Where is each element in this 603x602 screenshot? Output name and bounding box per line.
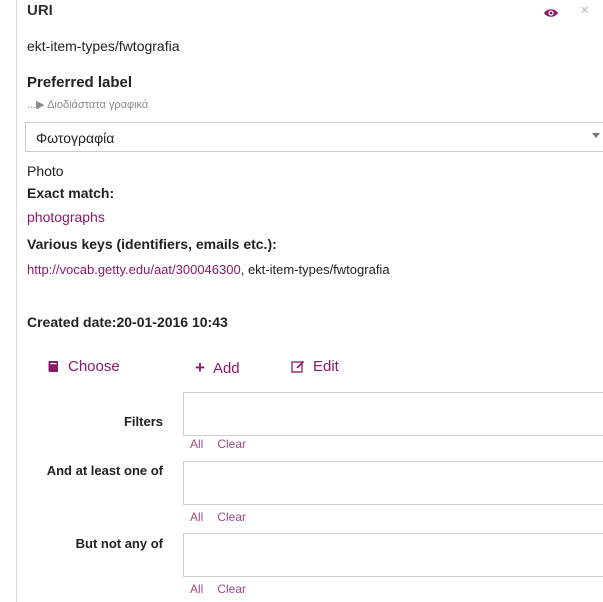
edit-icon (291, 360, 305, 373)
breadcrumb[interactable]: ...▶ Διοδιάστατα γραφικά (27, 98, 148, 111)
various-keys-heading: Various keys (identifiers, emails etc.): (27, 236, 277, 252)
plus-icon: + (195, 358, 205, 377)
close-icon[interactable]: × (580, 2, 589, 20)
english-label: Photo (27, 163, 64, 179)
chevron-down-icon (592, 133, 600, 138)
not-any-label: But not any of (75, 536, 163, 551)
at-least-one-clear-link[interactable]: Clear (217, 510, 246, 524)
detail-panel: URI × ekt-item-types/fwtografia Preferre… (16, 0, 603, 602)
book-icon (47, 360, 60, 373)
not-any-links: All Clear (190, 582, 260, 596)
action-bar: Choose + Add Edit (47, 358, 447, 378)
edit-label: Edit (313, 358, 339, 375)
getty-link[interactable]: http://vocab.getty.edu/aat/300046300 (27, 262, 241, 277)
at-least-one-label: And at least one of (46, 463, 163, 478)
created-date: Created date:20-01-2016 10:43 (27, 314, 228, 330)
at-least-one-input[interactable] (183, 461, 603, 505)
preferred-label-heading: Preferred label (27, 74, 133, 91)
filters-label: Filters (123, 414, 163, 429)
add-button[interactable]: + Add (195, 358, 240, 378)
not-any-all-link[interactable]: All (190, 582, 203, 596)
choose-label: Choose (68, 358, 120, 375)
preferred-label-select[interactable]: Φωτογραφία (25, 122, 603, 152)
preferred-label-select-value: Φωτογραφία (36, 130, 115, 146)
not-any-input[interactable] (183, 533, 603, 577)
add-label: Add (212, 359, 240, 377)
exact-match-link[interactable]: photographs (27, 209, 105, 225)
eye-icon[interactable] (543, 6, 559, 20)
filters-links: All Clear (190, 437, 260, 451)
filters-input[interactable] (183, 392, 603, 436)
created-date-text: Created date:20-01-2016 10:43 (27, 314, 228, 330)
filters-clear-link[interactable]: Clear (217, 437, 246, 451)
various-keys-rest: , ekt-item-types/fwtografia (240, 262, 390, 277)
edit-button[interactable]: Edit (291, 358, 339, 375)
filters-all-link[interactable]: All (190, 437, 203, 451)
at-least-one-links: All Clear (190, 510, 260, 524)
choose-button[interactable]: Choose (47, 358, 120, 375)
exact-match-heading: Exact match: (27, 185, 115, 201)
not-any-clear-link[interactable]: Clear (217, 582, 246, 596)
uri-value: ekt-item-types/fwtografia (27, 38, 180, 54)
various-keys-value: http://vocab.getty.edu/aat/300046300, ek… (27, 262, 390, 277)
at-least-one-all-link[interactable]: All (190, 510, 203, 524)
uri-title: URI (27, 2, 53, 19)
